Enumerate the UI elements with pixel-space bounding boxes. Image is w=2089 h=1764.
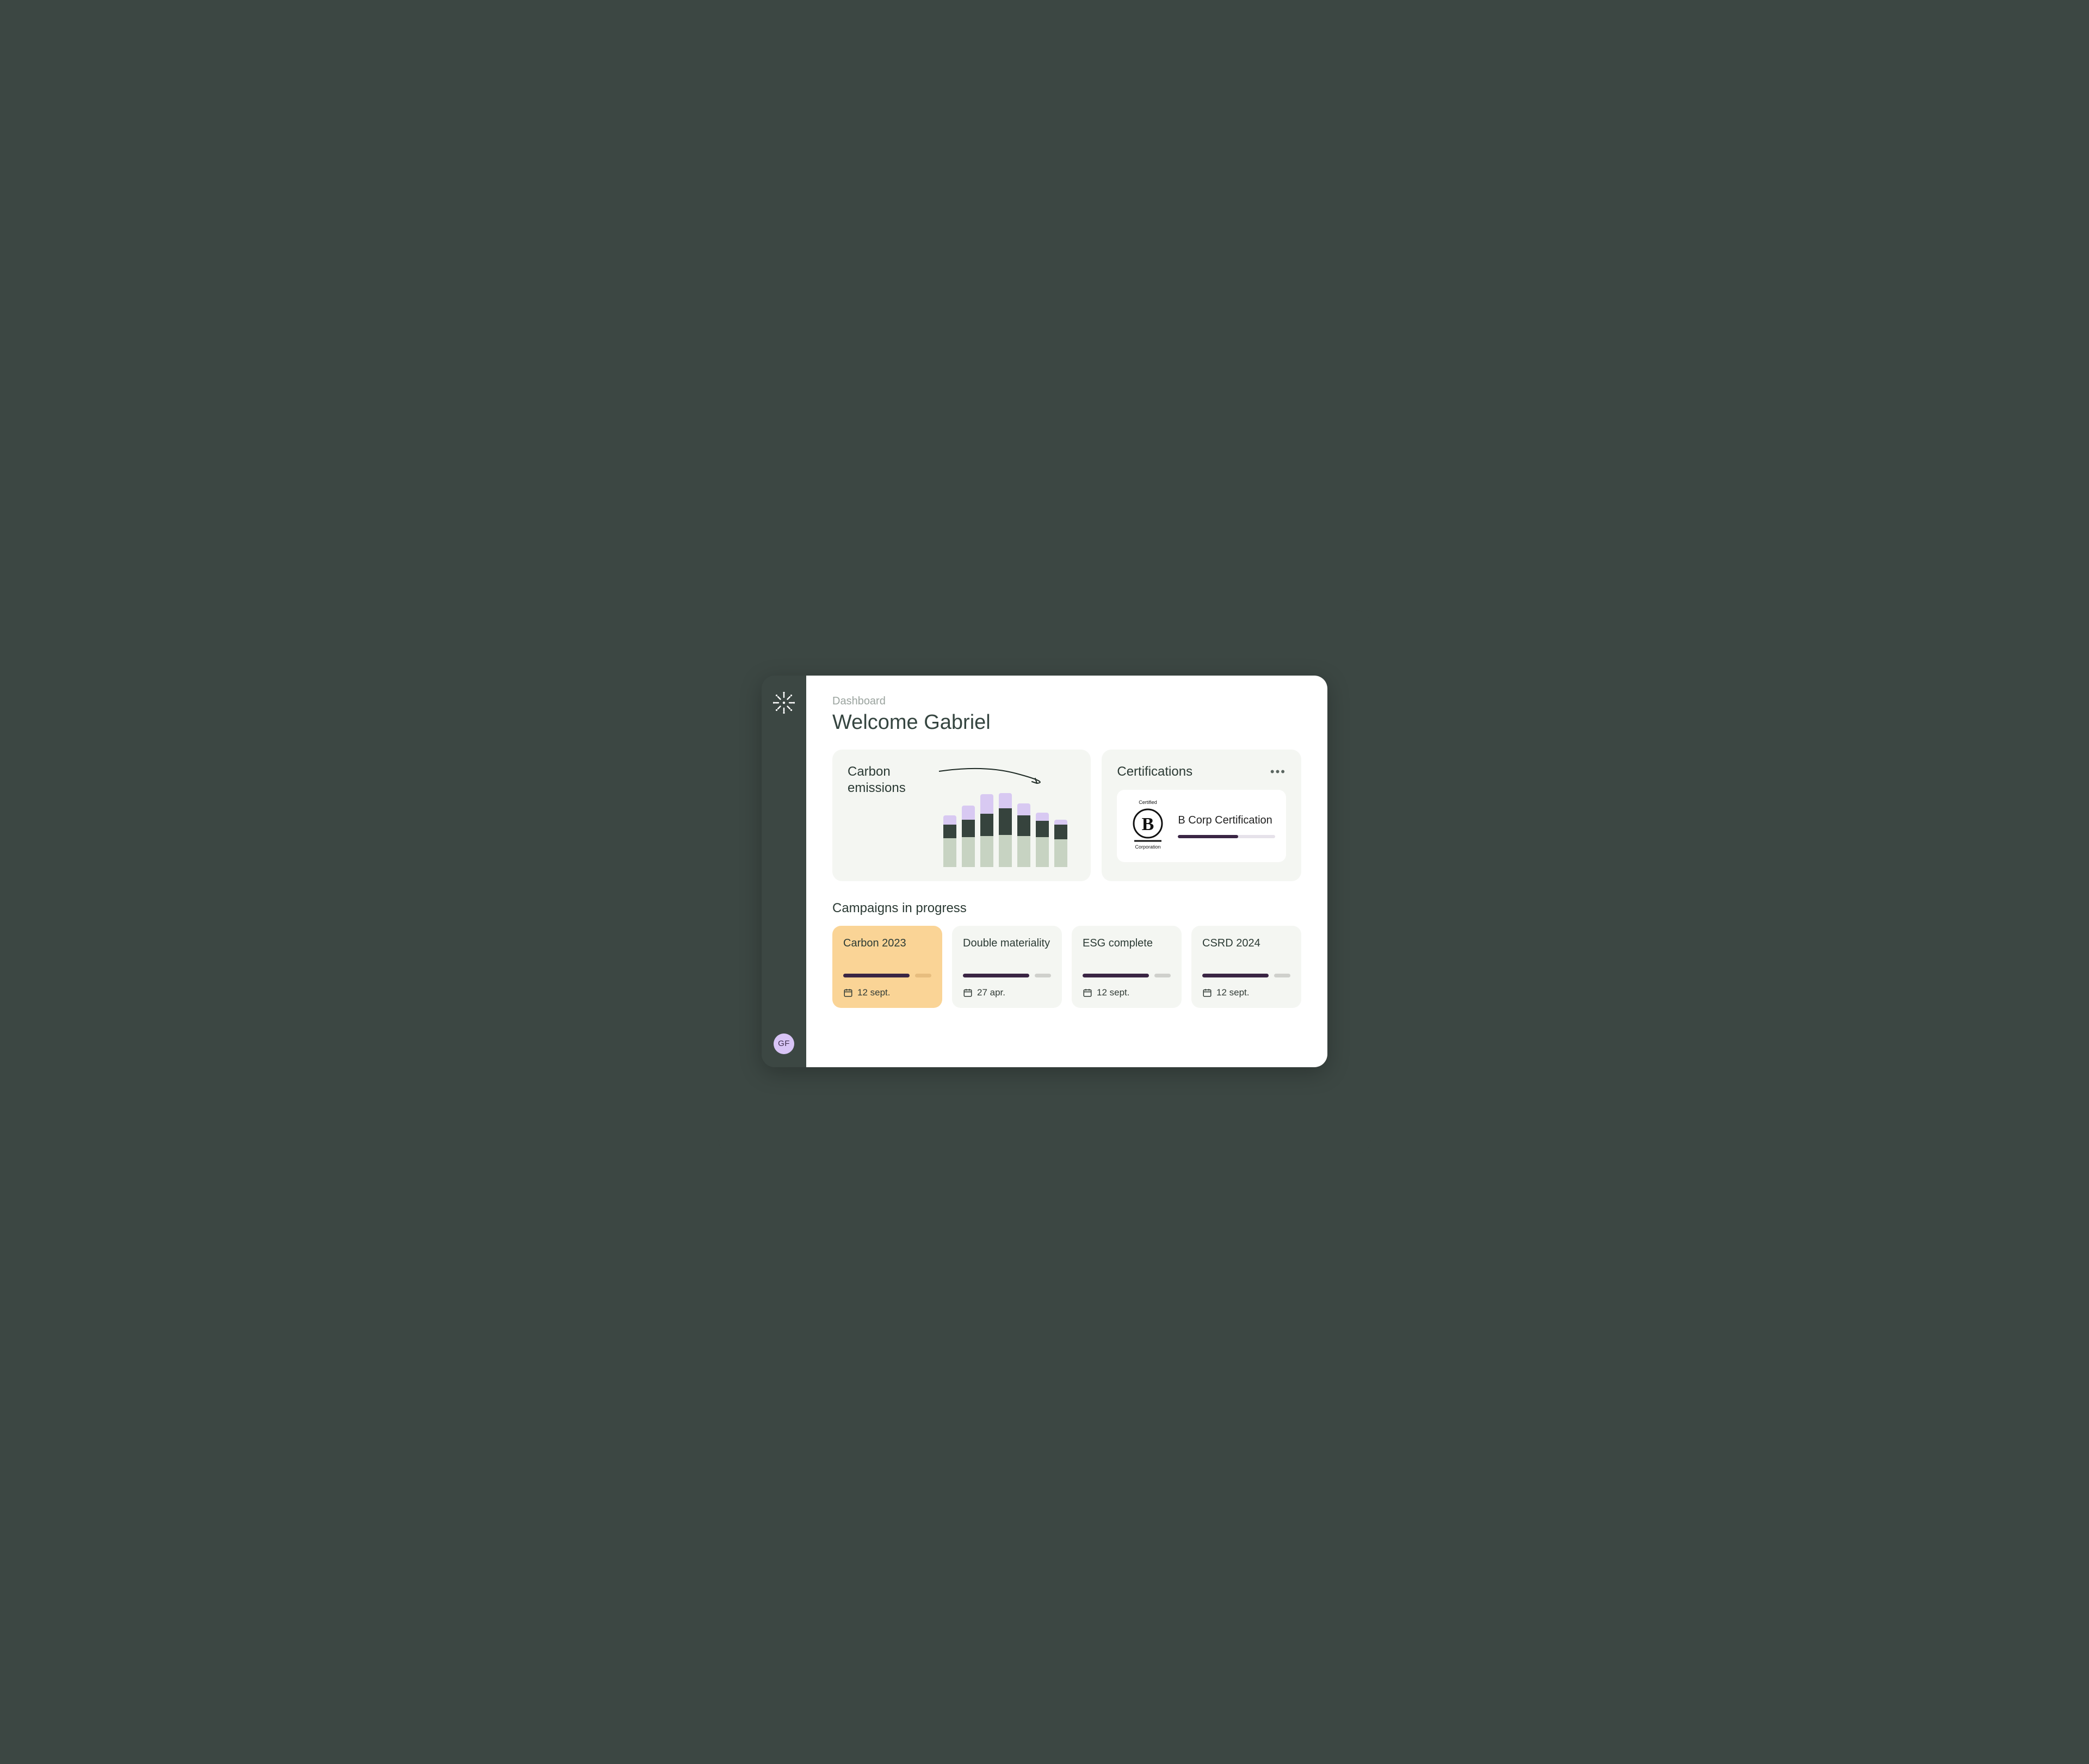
- chart-segment-mid: [980, 814, 993, 836]
- campaigns-list: Carbon 2023 12 sept. Double materiality 27 …: [832, 926, 1301, 1008]
- avatar-initials: GF: [778, 1039, 790, 1048]
- calendar-icon: [843, 988, 853, 998]
- chart-bar: [1036, 813, 1049, 867]
- campaign-progress: [1202, 974, 1290, 977]
- campaign-title: Double materiality: [963, 937, 1051, 964]
- calendar-icon: [963, 988, 973, 998]
- certification-name: B Corp Certification: [1178, 814, 1275, 827]
- certification-progress: [1178, 835, 1275, 838]
- trend-arrow-icon: [935, 764, 1043, 790]
- chart-segment-bottom: [943, 838, 956, 867]
- campaign-title: Carbon 2023: [843, 937, 931, 964]
- progress-fill: [843, 974, 910, 977]
- calendar-icon: [1202, 988, 1212, 998]
- campaign-title: CSRD 2024: [1202, 937, 1290, 964]
- campaign-card[interactable]: Double materiality 27 apr.: [952, 926, 1062, 1008]
- chart-segment-mid: [999, 808, 1012, 835]
- progress-rest: [1154, 974, 1171, 977]
- chart-segment-bottom: [999, 835, 1012, 866]
- campaign-date: 12 sept.: [1083, 987, 1171, 998]
- card-title: Carbon emissions: [848, 764, 924, 796]
- breadcrumb: Dashboard: [832, 695, 1301, 708]
- app-window: GF Dashboard Welcome Gabriel Carbon emis…: [762, 676, 1327, 1067]
- date-text: 27 apr.: [977, 987, 1005, 998]
- chart-segment-bottom: [980, 836, 993, 866]
- chart-bar: [1054, 820, 1067, 867]
- chart-segment-mid: [1054, 825, 1067, 839]
- campaign-date: 12 sept.: [1202, 987, 1290, 998]
- date-text: 12 sept.: [1216, 987, 1250, 998]
- main-content: Dashboard Welcome Gabriel Carbon emissio…: [806, 676, 1327, 1067]
- carbon-emissions-card[interactable]: Carbon emissions: [832, 750, 1091, 881]
- chart-bar: [999, 793, 1012, 867]
- chart-segment-mid: [962, 820, 975, 837]
- more-icon[interactable]: •••: [1270, 765, 1286, 779]
- chart-segment-top: [943, 815, 956, 825]
- date-text: 12 sept.: [1097, 987, 1130, 998]
- campaign-progress: [843, 974, 931, 977]
- chart-segment-top: [1017, 803, 1030, 816]
- widgets-row: Carbon emissions Certifications •••: [832, 750, 1301, 881]
- chart-bar: [943, 815, 956, 866]
- chart-segment-top: [1036, 813, 1049, 821]
- chart-segment-bottom: [1054, 839, 1067, 867]
- chart-segment-top: [980, 794, 993, 814]
- page-title: Welcome Gabriel: [832, 711, 1301, 734]
- chart-bar: [962, 806, 975, 867]
- svg-text:B: B: [1142, 814, 1154, 834]
- campaign-title: ESG complete: [1083, 937, 1171, 964]
- svg-text:Corporation: Corporation: [1135, 844, 1161, 850]
- chart-segment-mid: [1036, 821, 1049, 837]
- svg-text:Certified: Certified: [1139, 800, 1158, 805]
- chart-segment-top: [962, 806, 975, 820]
- campaign-progress: [1083, 974, 1171, 977]
- chart-segment-mid: [943, 825, 956, 838]
- sidebar: GF: [762, 676, 806, 1067]
- card-title: Certifications: [1117, 764, 1192, 780]
- progress-rest: [1274, 974, 1290, 977]
- certification-item[interactable]: Certified B Corporation B Corp Certifica…: [1117, 790, 1286, 862]
- bcorp-logo-icon: Certified B Corporation: [1128, 799, 1168, 853]
- progress-fill: [963, 974, 1029, 977]
- campaign-card[interactable]: Carbon 2023 12 sept.: [832, 926, 942, 1008]
- chart-segment-bottom: [962, 837, 975, 867]
- campaign-progress: [963, 974, 1051, 977]
- chart-segment-mid: [1017, 815, 1030, 836]
- chart-segment-bottom: [1017, 836, 1030, 866]
- chart-bar: [1017, 803, 1030, 867]
- campaign-date: 27 apr.: [963, 987, 1051, 998]
- progress-fill: [1202, 974, 1269, 977]
- progress-rest: [1035, 974, 1051, 977]
- campaign-card[interactable]: ESG complete 12 sept.: [1072, 926, 1182, 1008]
- progress-fill: [1178, 835, 1238, 838]
- certifications-card[interactable]: Certifications ••• Certified B Corporati…: [1102, 750, 1301, 881]
- chart-segment-bottom: [1036, 837, 1049, 867]
- chart-segment-top: [999, 793, 1012, 808]
- progress-rest: [915, 974, 931, 977]
- date-text: 12 sept.: [857, 987, 891, 998]
- calendar-icon: [1083, 988, 1092, 998]
- brand-logo-icon[interactable]: [772, 691, 796, 717]
- chart-segment-top: [1054, 820, 1067, 825]
- progress-fill: [1083, 974, 1149, 977]
- emissions-chart: [935, 764, 1076, 867]
- campaign-date: 12 sept.: [843, 987, 931, 998]
- campaigns-heading: Campaigns in progress: [832, 901, 1301, 916]
- campaign-card[interactable]: CSRD 2024 12 sept.: [1191, 926, 1301, 1008]
- user-avatar[interactable]: GF: [774, 1033, 794, 1054]
- chart-bar: [980, 794, 993, 867]
